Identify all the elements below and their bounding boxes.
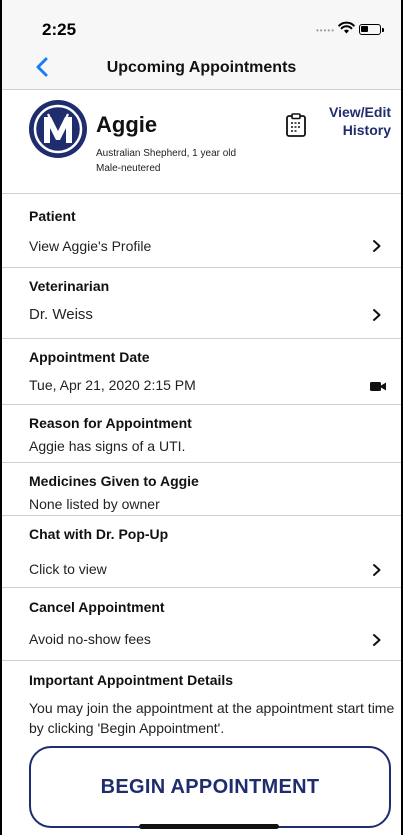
chat-value: Click to view (29, 561, 107, 577)
chevron-right-icon (373, 564, 381, 576)
pet-breed-age: Australian Shepherd, 1 year old (96, 148, 237, 159)
veterinarian-title: Veterinarian (29, 278, 110, 294)
begin-appointment-label: BEGIN APPOINTMENT (100, 775, 320, 798)
chevron-right-icon (373, 634, 381, 646)
appointment-date-section: Appointment Date Tue, Apr 21, 2020 2:15 … (2, 339, 401, 405)
status-time: 2:25 (42, 20, 77, 39)
clipboard-icon[interactable] (285, 113, 307, 137)
veterinarian-section[interactable]: Veterinarian Dr. Weiss (2, 268, 401, 339)
reason-value: Aggie has signs of a UTI. (29, 438, 186, 454)
begin-appointment-button[interactable]: BEGIN APPOINTMENT (29, 746, 391, 828)
medicines-value: None listed by owner (29, 496, 160, 512)
cancel-section[interactable]: Cancel Appointment Avoid no-show fees (2, 588, 401, 661)
chevron-right-icon (373, 309, 381, 321)
cancel-value: Avoid no-show fees (29, 631, 151, 647)
details-title: Important Appointment Details (29, 672, 234, 688)
cancel-title: Cancel Appointment (29, 599, 165, 615)
wifi-icon (338, 21, 355, 34)
chat-section[interactable]: Chat with Dr. Pop-Up Click to view (2, 516, 401, 588)
medicines-section: Medicines Given to Aggie None listed by … (2, 463, 401, 516)
pet-name: Aggie (96, 112, 158, 137)
view-edit-history-link[interactable]: View/Edit History (329, 103, 391, 139)
history-line-1: View/Edit (329, 104, 391, 120)
home-indicator[interactable] (139, 824, 279, 829)
patient-section[interactable]: Patient View Aggie's Profile (2, 194, 401, 268)
chat-title: Chat with Dr. Pop-Up (29, 526, 169, 542)
appointment-date-title: Appointment Date (29, 349, 150, 365)
signal-dots-icon: ••••• (316, 26, 336, 35)
status-bar: 2:25 ••••• (2, 0, 401, 46)
chevron-right-icon (373, 240, 381, 252)
reason-section: Reason for Appointment Aggie has signs o… (2, 405, 401, 463)
veterinarian-value: Dr. Weiss (29, 306, 93, 323)
clinic-logo (29, 100, 87, 158)
video-camera-icon[interactable] (370, 381, 386, 392)
details-text: You may join the appointment at the appo… (29, 700, 395, 736)
reason-title: Reason for Appointment (29, 415, 192, 431)
pet-header: Aggie Australian Shepherd, 1 year old Ma… (2, 90, 401, 194)
patient-value: View Aggie's Profile (29, 238, 152, 254)
pet-sex: Male-neutered (96, 163, 161, 174)
patient-title: Patient (29, 208, 76, 224)
battery-icon (359, 24, 384, 35)
navigation-bar: Upcoming Appointments (2, 46, 401, 90)
history-line-2: History (342, 122, 391, 138)
app-frame: 2:25 ••••• Upcoming Appointments Aggie A… (0, 0, 403, 835)
page-title: Upcoming Appointments (106, 59, 297, 76)
medicines-title: Medicines Given to Aggie (29, 473, 199, 489)
appointment-date-value: Tue, Apr 21, 2020 2:15 PM (29, 377, 196, 393)
